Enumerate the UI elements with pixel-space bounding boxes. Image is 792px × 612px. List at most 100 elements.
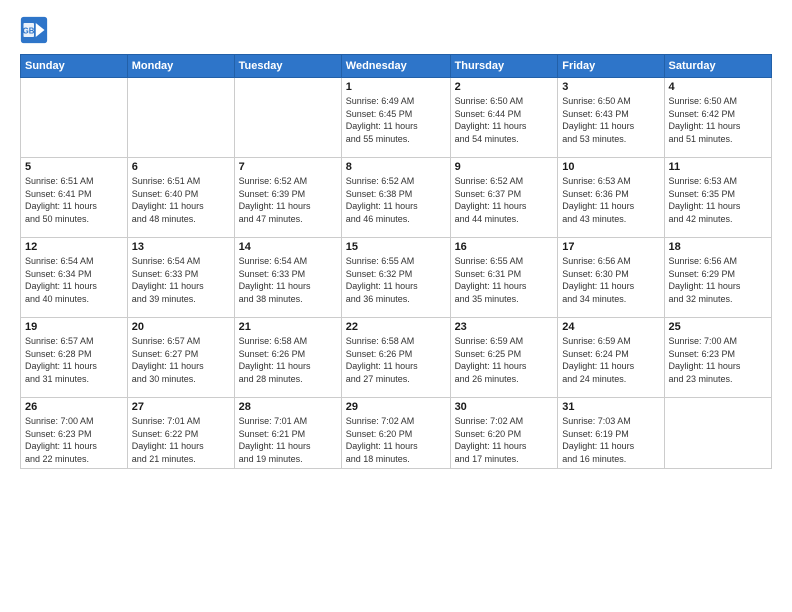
calendar-cell bbox=[234, 78, 341, 158]
day-number: 7 bbox=[239, 161, 337, 173]
day-number: 11 bbox=[669, 161, 767, 173]
header-day-tuesday: Tuesday bbox=[234, 55, 341, 78]
calendar-cell: 31Sunrise: 7:03 AM Sunset: 6:19 PM Dayli… bbox=[558, 398, 664, 469]
calendar-body: 1 Sunrise: 6:49 AM Sunset: 6:45 PM Daylig… bbox=[21, 78, 772, 469]
day-info: Sunrise: 6:50 AM Sunset: 6:43 PM Dayligh… bbox=[562, 95, 659, 145]
calendar-cell: 8 Sunrise: 6:52 AM Sunset: 6:38 PM Daylig… bbox=[341, 158, 450, 238]
day-number: 9 bbox=[455, 161, 554, 173]
day-info: Sunrise: 6:54 AM Sunset: 6:33 PM Dayligh… bbox=[132, 255, 230, 305]
day-number: 1 bbox=[346, 81, 446, 93]
day-info: Sunrise: 6:55 AM Sunset: 6:32 PM Dayligh… bbox=[346, 255, 446, 305]
calendar-cell: 20 Sunrise: 6:57 AM Sunset: 6:27 PM Dayli… bbox=[127, 318, 234, 398]
day-info: Sunrise: 6:57 AM Sunset: 6:28 PM Dayligh… bbox=[25, 335, 123, 385]
day-number: 2 bbox=[455, 81, 554, 93]
day-number: 16 bbox=[455, 241, 554, 253]
week-row-5: 26 Sunrise: 7:00 AM Sunset: 6:23 PM Dayli… bbox=[21, 398, 772, 469]
day-number: 22 bbox=[346, 321, 446, 333]
calendar-cell: 29 Sunrise: 7:02 AM Sunset: 6:20 PM Dayli… bbox=[341, 398, 450, 469]
week-row-4: 19 Sunrise: 6:57 AM Sunset: 6:28 PM Dayli… bbox=[21, 318, 772, 398]
day-info: Sunrise: 6:53 AM Sunset: 6:36 PM Dayligh… bbox=[562, 175, 659, 225]
day-number: 27 bbox=[132, 401, 230, 413]
day-number: 14 bbox=[239, 241, 337, 253]
calendar-cell: 5Sunrise: 6:51 AM Sunset: 6:41 PM Daylig… bbox=[21, 158, 128, 238]
day-number: 30 bbox=[455, 401, 554, 413]
day-number: 21 bbox=[239, 321, 337, 333]
day-number: 28 bbox=[239, 401, 337, 413]
day-number: 10 bbox=[562, 161, 659, 173]
day-number: 4 bbox=[669, 81, 767, 93]
day-number: 15 bbox=[346, 241, 446, 253]
day-info: Sunrise: 6:49 AM Sunset: 6:45 PM Dayligh… bbox=[346, 95, 446, 145]
day-number: 31 bbox=[562, 401, 659, 413]
day-info: Sunrise: 7:02 AM Sunset: 6:20 PM Dayligh… bbox=[346, 415, 446, 465]
day-number: 25 bbox=[669, 321, 767, 333]
calendar-header: SundayMondayTuesdayWednesdayThursdayFrid… bbox=[21, 55, 772, 78]
page: GB SundayMondayTuesdayWednesdayThursdayF… bbox=[0, 0, 792, 612]
day-info: Sunrise: 6:52 AM Sunset: 6:39 PM Dayligh… bbox=[239, 175, 337, 225]
header-day-friday: Friday bbox=[558, 55, 664, 78]
calendar-cell: 17Sunrise: 6:56 AM Sunset: 6:30 PM Dayli… bbox=[558, 238, 664, 318]
svg-text:GB: GB bbox=[23, 27, 35, 36]
calendar-cell: 6 Sunrise: 6:51 AM Sunset: 6:40 PM Daylig… bbox=[127, 158, 234, 238]
calendar-cell: 12Sunrise: 6:54 AM Sunset: 6:34 PM Dayli… bbox=[21, 238, 128, 318]
day-info: Sunrise: 6:58 AM Sunset: 6:26 PM Dayligh… bbox=[346, 335, 446, 385]
logo: GB bbox=[20, 16, 52, 44]
day-info: Sunrise: 6:55 AM Sunset: 6:31 PM Dayligh… bbox=[455, 255, 554, 305]
day-info: Sunrise: 6:54 AM Sunset: 6:33 PM Dayligh… bbox=[239, 255, 337, 305]
day-info: Sunrise: 6:57 AM Sunset: 6:27 PM Dayligh… bbox=[132, 335, 230, 385]
day-number: 6 bbox=[132, 161, 230, 173]
calendar-cell: 16 Sunrise: 6:55 AM Sunset: 6:31 PM Dayli… bbox=[450, 238, 558, 318]
day-info: Sunrise: 6:52 AM Sunset: 6:37 PM Dayligh… bbox=[455, 175, 554, 225]
calendar-cell: 15 Sunrise: 6:55 AM Sunset: 6:32 PM Dayli… bbox=[341, 238, 450, 318]
day-number: 18 bbox=[669, 241, 767, 253]
header-day-saturday: Saturday bbox=[664, 55, 771, 78]
calendar-cell bbox=[21, 78, 128, 158]
header-day-thursday: Thursday bbox=[450, 55, 558, 78]
day-number: 8 bbox=[346, 161, 446, 173]
day-number: 24 bbox=[562, 321, 659, 333]
day-number: 3 bbox=[562, 81, 659, 93]
day-info: Sunrise: 6:51 AM Sunset: 6:41 PM Dayligh… bbox=[25, 175, 123, 225]
day-info: Sunrise: 6:53 AM Sunset: 6:35 PM Dayligh… bbox=[669, 175, 767, 225]
week-row-2: 5Sunrise: 6:51 AM Sunset: 6:41 PM Daylig… bbox=[21, 158, 772, 238]
calendar-cell: 28 Sunrise: 7:01 AM Sunset: 6:21 PM Dayli… bbox=[234, 398, 341, 469]
day-info: Sunrise: 6:56 AM Sunset: 6:30 PM Dayligh… bbox=[562, 255, 659, 305]
day-info: Sunrise: 6:50 AM Sunset: 6:42 PM Dayligh… bbox=[669, 95, 767, 145]
day-info: Sunrise: 7:00 AM Sunset: 6:23 PM Dayligh… bbox=[25, 415, 123, 465]
day-info: Sunrise: 6:59 AM Sunset: 6:24 PM Dayligh… bbox=[562, 335, 659, 385]
calendar-table: SundayMondayTuesdayWednesdayThursdayFrid… bbox=[20, 54, 772, 469]
day-info: Sunrise: 6:56 AM Sunset: 6:29 PM Dayligh… bbox=[669, 255, 767, 305]
day-number: 29 bbox=[346, 401, 446, 413]
calendar-cell: 21 Sunrise: 6:58 AM Sunset: 6:26 PM Dayli… bbox=[234, 318, 341, 398]
calendar-cell: 10 Sunrise: 6:53 AM Sunset: 6:36 PM Dayli… bbox=[558, 158, 664, 238]
calendar-cell: 3 Sunrise: 6:50 AM Sunset: 6:43 PM Daylig… bbox=[558, 78, 664, 158]
day-number: 19 bbox=[25, 321, 123, 333]
calendar-cell: 1 Sunrise: 6:49 AM Sunset: 6:45 PM Daylig… bbox=[341, 78, 450, 158]
day-info: Sunrise: 6:51 AM Sunset: 6:40 PM Dayligh… bbox=[132, 175, 230, 225]
calendar-cell: 25 Sunrise: 7:00 AM Sunset: 6:23 PM Dayli… bbox=[664, 318, 771, 398]
calendar-cell: 27 Sunrise: 7:01 AM Sunset: 6:22 PM Dayli… bbox=[127, 398, 234, 469]
calendar-cell bbox=[664, 398, 771, 469]
day-number: 20 bbox=[132, 321, 230, 333]
day-info: Sunrise: 7:01 AM Sunset: 6:21 PM Dayligh… bbox=[239, 415, 337, 465]
day-info: Sunrise: 6:58 AM Sunset: 6:26 PM Dayligh… bbox=[239, 335, 337, 385]
day-info: Sunrise: 6:54 AM Sunset: 6:34 PM Dayligh… bbox=[25, 255, 123, 305]
header-day-sunday: Sunday bbox=[21, 55, 128, 78]
calendar-cell: 19 Sunrise: 6:57 AM Sunset: 6:28 PM Dayli… bbox=[21, 318, 128, 398]
day-info: Sunrise: 7:01 AM Sunset: 6:22 PM Dayligh… bbox=[132, 415, 230, 465]
day-number: 26 bbox=[25, 401, 123, 413]
day-info: Sunrise: 6:52 AM Sunset: 6:38 PM Dayligh… bbox=[346, 175, 446, 225]
calendar-cell: 22 Sunrise: 6:58 AM Sunset: 6:26 PM Dayli… bbox=[341, 318, 450, 398]
day-info: Sunrise: 7:02 AM Sunset: 6:20 PM Dayligh… bbox=[455, 415, 554, 465]
week-row-1: 1 Sunrise: 6:49 AM Sunset: 6:45 PM Daylig… bbox=[21, 78, 772, 158]
day-info: Sunrise: 7:00 AM Sunset: 6:23 PM Dayligh… bbox=[669, 335, 767, 385]
header-row: SundayMondayTuesdayWednesdayThursdayFrid… bbox=[21, 55, 772, 78]
header: GB bbox=[20, 16, 772, 44]
calendar-cell: 11 Sunrise: 6:53 AM Sunset: 6:35 PM Dayli… bbox=[664, 158, 771, 238]
calendar-cell: 9 Sunrise: 6:52 AM Sunset: 6:37 PM Daylig… bbox=[450, 158, 558, 238]
logo-icon: GB bbox=[20, 16, 48, 44]
calendar-cell: 24 Sunrise: 6:59 AM Sunset: 6:24 PM Dayli… bbox=[558, 318, 664, 398]
calendar-cell: 13Sunrise: 6:54 AM Sunset: 6:33 PM Dayli… bbox=[127, 238, 234, 318]
calendar-cell: 14 Sunrise: 6:54 AM Sunset: 6:33 PM Dayli… bbox=[234, 238, 341, 318]
week-row-3: 12Sunrise: 6:54 AM Sunset: 6:34 PM Dayli… bbox=[21, 238, 772, 318]
